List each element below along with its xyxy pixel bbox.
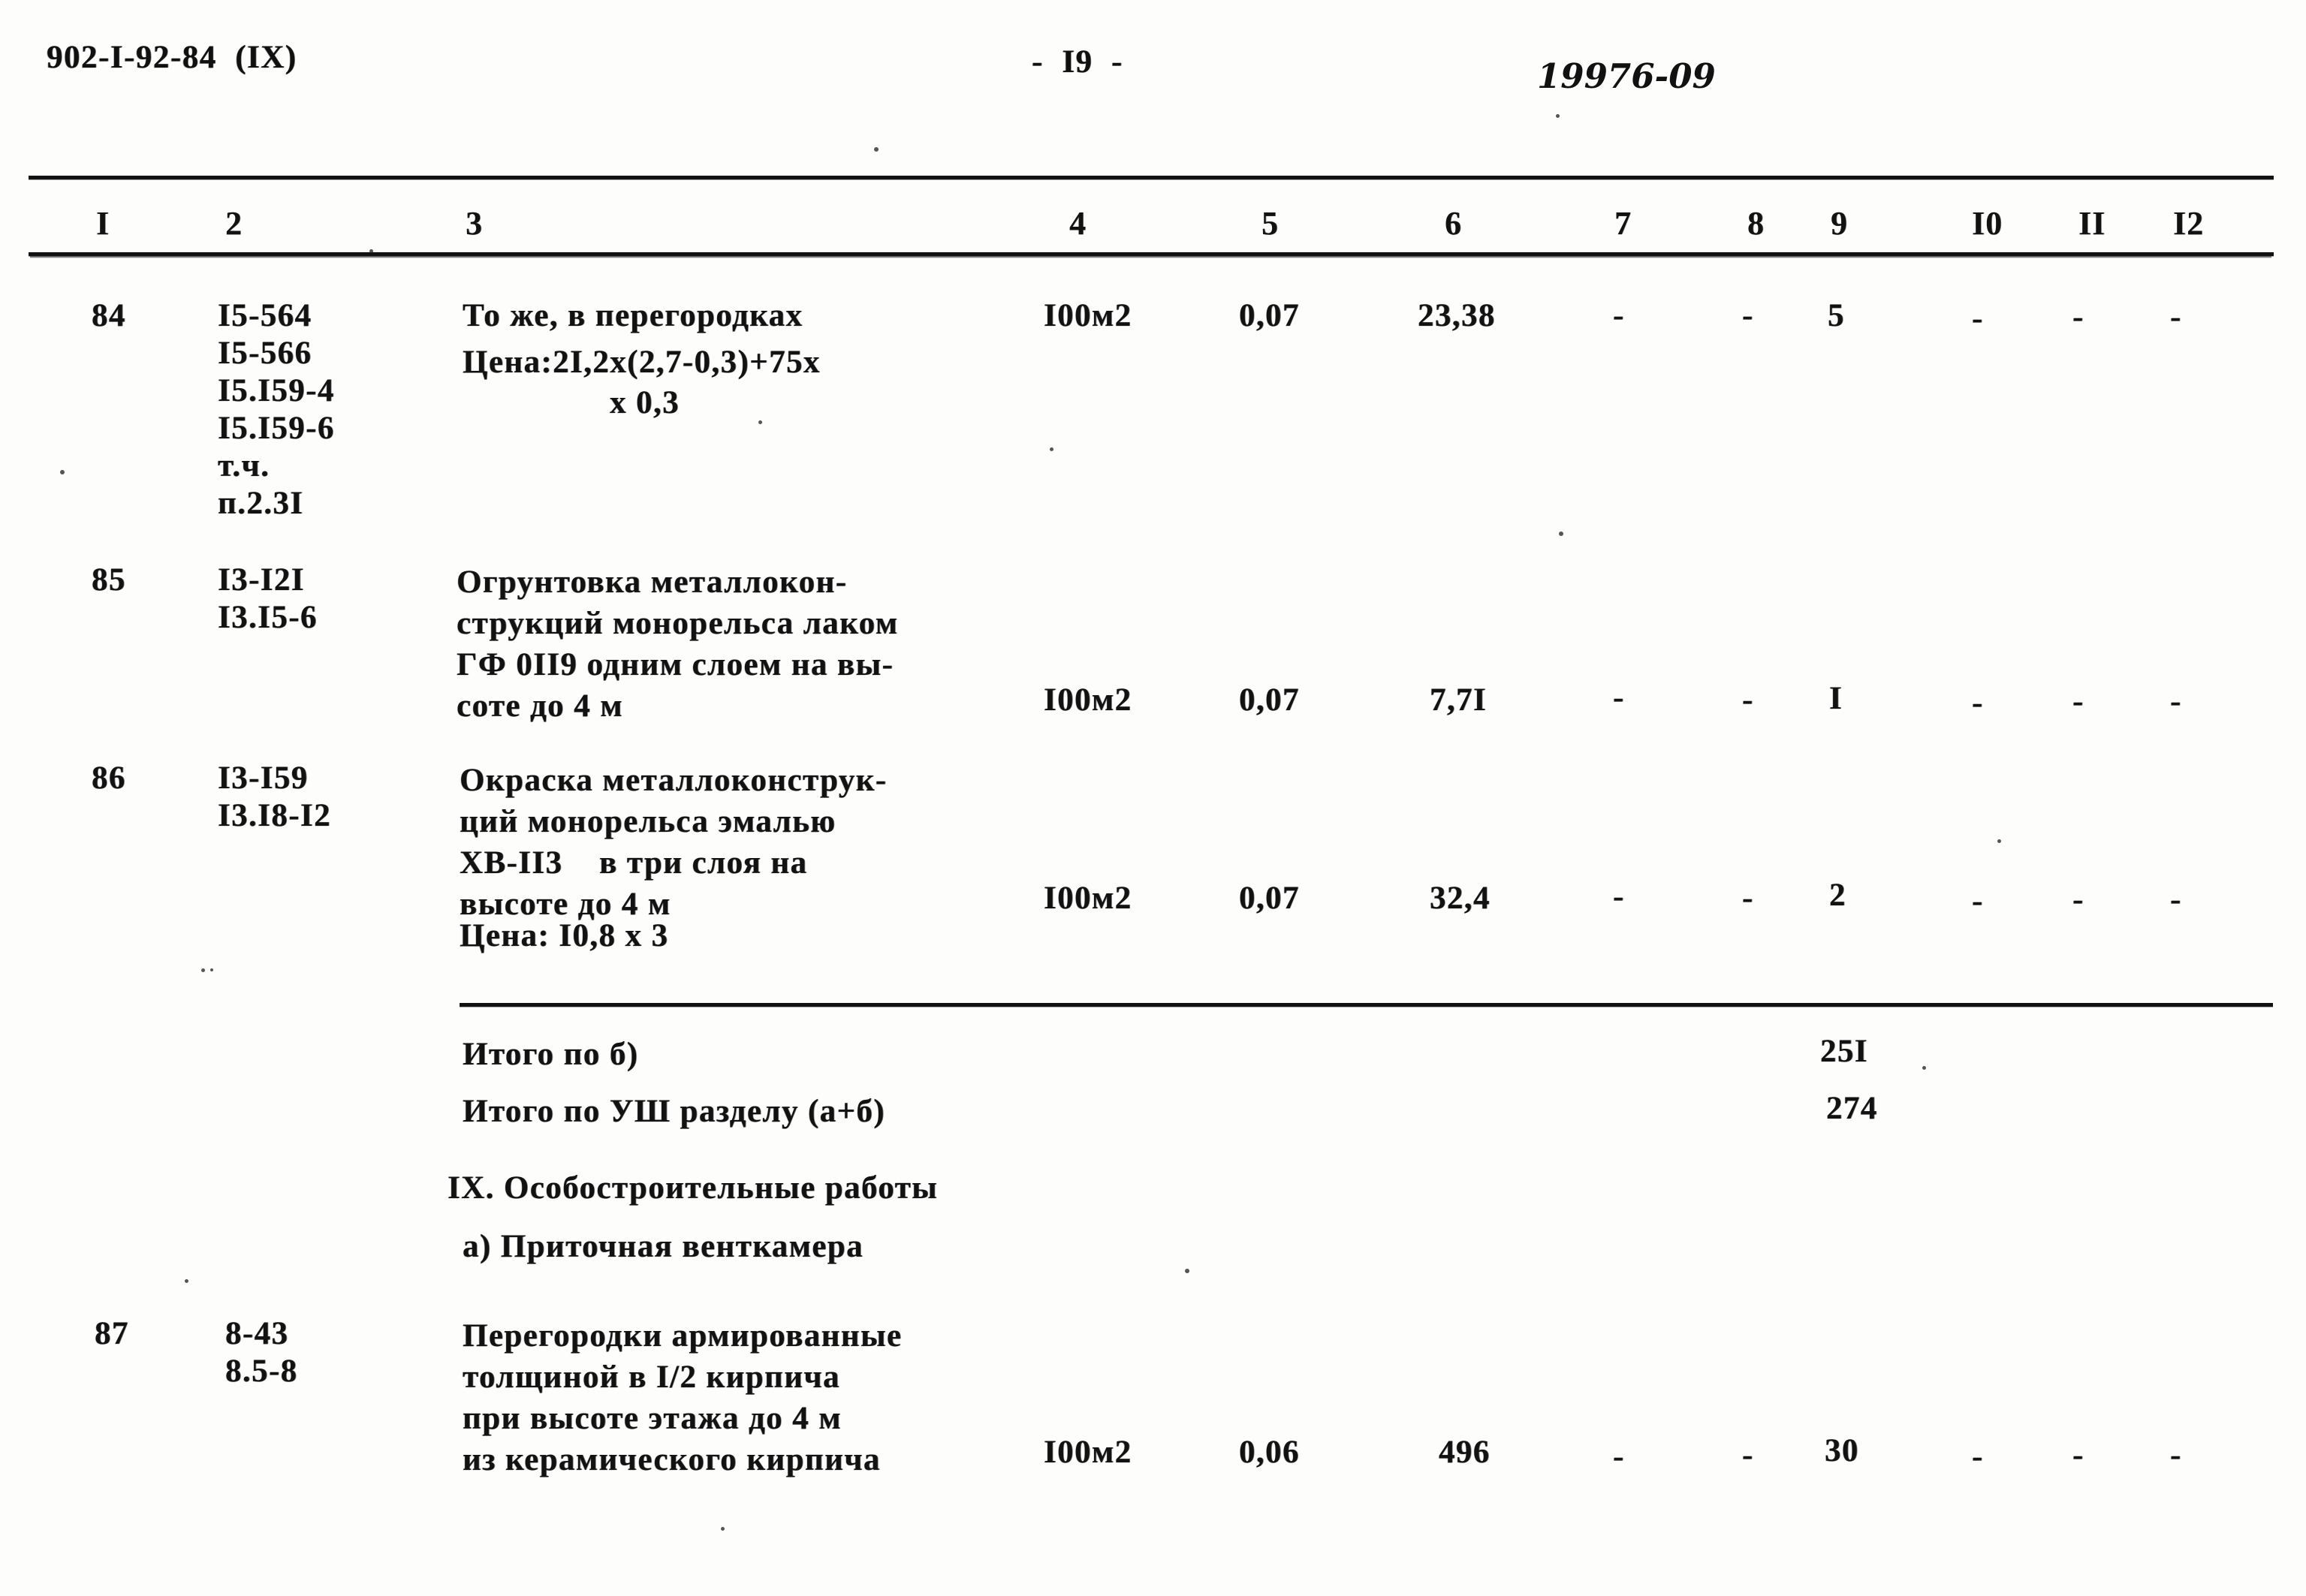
scan-speck [60, 470, 65, 474]
row-col-12: - [2170, 882, 2182, 917]
row-number: 86 [92, 760, 126, 796]
row-codes: 8-43 8.5-8 [225, 1316, 298, 1389]
column-header-8: 8 [1747, 205, 1765, 242]
column-header-6: 6 [1445, 205, 1462, 242]
row-description: Окраска металлоконструк- ций монорельса … [460, 763, 888, 922]
scan-speck [758, 420, 762, 424]
subsection-heading: а) Приточная венткамера [463, 1229, 864, 1264]
scan-speck [1556, 114, 1560, 118]
table-header-rule-shadow [30, 254, 2271, 257]
document-code: 902-I-92-84 (IX) [47, 40, 297, 75]
scan-speck [1185, 1269, 1189, 1273]
row-description: Перегородки армированные толщиной в I/2 … [463, 1318, 903, 1477]
row-col-7: - [1613, 680, 1625, 715]
row-col-7: - [1613, 879, 1625, 914]
row-col-11: - [2072, 300, 2084, 335]
row-codes: I3-I2I I3.I5-6 [218, 562, 318, 635]
row-col-9: I [1829, 681, 1843, 716]
total-label: Итого по УШ разделу (а+б) [463, 1094, 886, 1129]
row-col-11: - [2072, 1438, 2084, 1473]
row-unit: I00м2 [1044, 881, 1132, 916]
row-col-8: - [1742, 1438, 1754, 1473]
column-header-9: 9 [1831, 205, 1848, 242]
column-header-4: 4 [1069, 205, 1087, 242]
column-header-10: I0 [1972, 205, 2003, 242]
column-header-2: 2 [225, 205, 243, 242]
row-number: 87 [95, 1316, 129, 1351]
scan-speck [201, 968, 205, 972]
row-col-8: - [1742, 682, 1754, 718]
row-description-line-1: То же, в перегородках [463, 298, 803, 333]
total-value: 25I [1820, 1034, 1868, 1069]
row-col-8: - [1742, 298, 1754, 333]
column-header-12: I2 [2173, 205, 2205, 242]
column-header-5: 5 [1262, 205, 1279, 242]
row-unit: I00м2 [1044, 298, 1132, 333]
row-col-10: - [1972, 884, 1984, 919]
row-col-9: 2 [1829, 878, 1846, 913]
table-top-rule [29, 176, 2274, 179]
row-col-10: - [1972, 1439, 1984, 1474]
row-col-5: 0,07 [1239, 682, 1300, 718]
row-description-line-3: х 0,3 [610, 385, 680, 420]
page-number: - I9 - [1032, 44, 1123, 80]
scan-speck [369, 249, 373, 253]
total-label: Итого по б) [463, 1037, 639, 1072]
row-col-5: 0,07 [1239, 298, 1300, 333]
row-description-line-2: Цена:2I,2х(2,7-0,3)+75х [463, 345, 821, 380]
row-unit: I00м2 [1044, 1435, 1132, 1470]
row-unit: I00м2 [1044, 682, 1132, 718]
column-header-11: II [2078, 205, 2106, 242]
scan-speck [185, 1279, 188, 1283]
row-col-6: 496 [1439, 1435, 1491, 1470]
row-col-7: - [1613, 298, 1625, 333]
row-codes: I5-564 I5-566 I5.I59-4 I5.I59-6 т.ч. п.2… [218, 298, 335, 521]
row-col-6: 7,7I [1430, 682, 1488, 718]
row-col-7: - [1613, 1439, 1625, 1474]
totals-separator-rule [460, 1003, 2273, 1007]
row-col-5: 0,06 [1239, 1435, 1300, 1470]
column-header-7: 7 [1614, 205, 1632, 242]
scan-speck [210, 968, 213, 971]
column-header-1: I [96, 205, 110, 242]
row-col-8: - [1742, 881, 1754, 916]
archive-stamp-code: 19976-09 [1537, 56, 1716, 96]
document-page: 902-I-92-84 (IX) - I9 - 19976-09 I 2 3 4… [0, 0, 2306, 1596]
row-col-9: 30 [1825, 1433, 1859, 1468]
scan-speck [1050, 447, 1054, 451]
row-col-10: - [1972, 685, 1984, 721]
row-col-6: 32,4 [1430, 881, 1491, 916]
scan-speck [874, 147, 879, 152]
scan-speck [1559, 531, 1563, 536]
row-col-12: - [2170, 684, 2182, 719]
row-description: Огрунтовка металлокон- струкций монорель… [457, 565, 899, 724]
scan-speck [1997, 839, 2001, 843]
section-heading: IX. Особостроительные работы [448, 1170, 939, 1206]
row-col-5: 0,07 [1239, 881, 1300, 916]
row-col-11: - [2072, 684, 2084, 719]
row-col-12: - [2170, 1438, 2182, 1473]
row-col-10: - [1972, 301, 1984, 336]
row-col-6: 23,38 [1418, 298, 1496, 333]
row-col-12: - [2170, 300, 2182, 335]
row-number: 85 [92, 562, 126, 598]
total-value: 274 [1826, 1091, 1878, 1126]
scan-speck [1922, 1066, 1926, 1070]
row-col-9: 5 [1828, 298, 1845, 333]
row-col-11: - [2072, 882, 2084, 917]
row-description-extra: Цена: I0,8 х 3 [460, 918, 669, 953]
column-header-3: 3 [466, 205, 483, 242]
row-number: 84 [92, 298, 126, 333]
scan-speck [721, 1527, 725, 1531]
row-codes: I3-I59 I3.I8-I2 [218, 760, 331, 833]
